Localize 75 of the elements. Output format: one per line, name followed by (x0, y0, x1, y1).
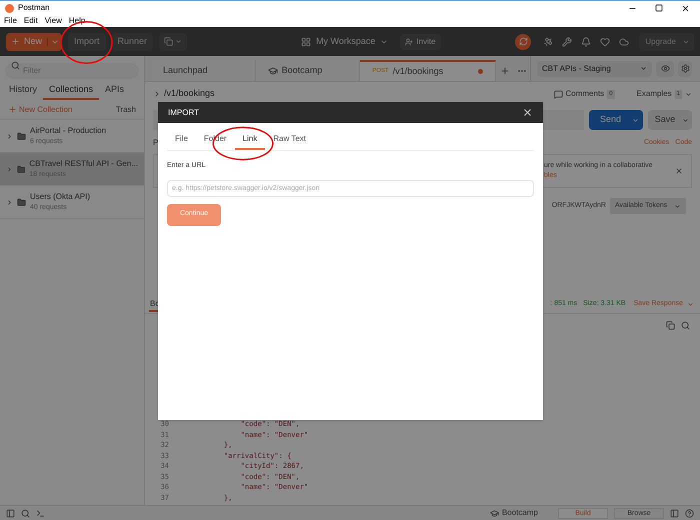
graduation-cap-icon (268, 66, 278, 76)
graduation-cap-icon (490, 508, 499, 518)
import-tab[interactable]: Raw Text (265, 133, 314, 150)
heart-icon[interactable] (600, 36, 610, 46)
app-logo-icon (5, 4, 14, 12)
expand-icon[interactable] (153, 90, 161, 98)
environment-quick-look-button[interactable] (656, 60, 674, 76)
sidebar-toggle-icon[interactable] (6, 508, 15, 518)
two-pane-icon[interactable] (670, 508, 679, 518)
grid-icon (301, 36, 312, 46)
new-button[interactable]: New (6, 32, 62, 50)
caret-icon (632, 116, 639, 124)
expand-icon (6, 166, 13, 172)
sidebar-tab[interactable]: APIs (99, 82, 130, 100)
sync-icon[interactable] (515, 34, 532, 50)
new-collection-button[interactable]: New Collection (8, 104, 72, 116)
dialog-title: IMPORT (168, 106, 199, 118)
expand-icon (6, 198, 13, 206)
plus-icon (11, 37, 20, 46)
sidebar-tab[interactable]: Collections (43, 82, 100, 100)
caret-icon (674, 202, 681, 210)
invite-button[interactable]: Invite (400, 34, 441, 50)
caret-icon (640, 65, 647, 72)
import-tab[interactable]: File (167, 133, 196, 150)
bootcamp-link[interactable]: Bootcamp (490, 507, 538, 519)
import-button[interactable]: Import (68, 32, 106, 50)
upgrade-button[interactable]: Upgrade (639, 32, 694, 50)
send-button[interactable]: Send (589, 110, 643, 130)
cloud-icon[interactable] (619, 36, 630, 46)
request-title: /v1/bookings (164, 87, 215, 100)
expand-icon (6, 132, 13, 140)
plus-icon (500, 66, 510, 76)
collection-name: Users (Okta API) (30, 190, 90, 203)
help-icon[interactable] (685, 508, 694, 518)
new-window-button[interactable] (159, 32, 188, 50)
maximize-icon[interactable] (655, 4, 663, 12)
folder-icon (17, 132, 26, 140)
plus-icon (8, 105, 17, 114)
collection-name: CBTravel RESTful API - Gen... (29, 158, 138, 170)
search-icon[interactable] (681, 320, 690, 330)
settings-icon[interactable] (562, 36, 572, 46)
tab-label: /v1/bookings (392, 64, 444, 78)
eye-icon (660, 64, 670, 73)
search-icon (11, 61, 20, 70)
menu-item[interactable]: View (44, 15, 62, 27)
environment-settings-button[interactable] (678, 60, 692, 76)
collection-name: AirPortal - Production (30, 124, 106, 137)
notifications-icon[interactable] (581, 36, 592, 46)
save-button[interactable]: Save (648, 110, 692, 130)
satellite-icon[interactable] (543, 36, 554, 46)
sidebar-tab[interactable]: History (3, 82, 44, 100)
window-title: Postman (18, 2, 50, 14)
folder-icon (16, 164, 26, 174)
close-icon[interactable] (681, 4, 690, 12)
search-icon[interactable] (21, 508, 30, 518)
comment-icon (554, 90, 562, 98)
menu-item[interactable]: File (4, 15, 17, 27)
environment-selector[interactable]: CBT APIs - Staging (537, 60, 652, 76)
settings-icon (680, 64, 690, 73)
close-icon[interactable] (522, 107, 533, 118)
caret-icon (682, 116, 689, 124)
workspace-selector[interactable]: My Workspace (301, 34, 388, 48)
tab-label: Bootcamp (282, 64, 322, 77)
params-tab[interactable]: P (153, 137, 158, 149)
caret-icon (175, 38, 182, 45)
menu-item[interactable]: Edit (24, 15, 38, 27)
caret-icon (685, 90, 692, 98)
runner-button[interactable]: Runner (112, 32, 154, 50)
folder-icon (17, 198, 26, 206)
caret-icon (687, 301, 694, 308)
user-icon (405, 38, 414, 46)
console-icon[interactable] (36, 508, 45, 518)
copy-icon[interactable] (666, 320, 675, 330)
trash-button[interactable]: Trash (116, 104, 136, 116)
window-plus-icon (164, 37, 174, 46)
